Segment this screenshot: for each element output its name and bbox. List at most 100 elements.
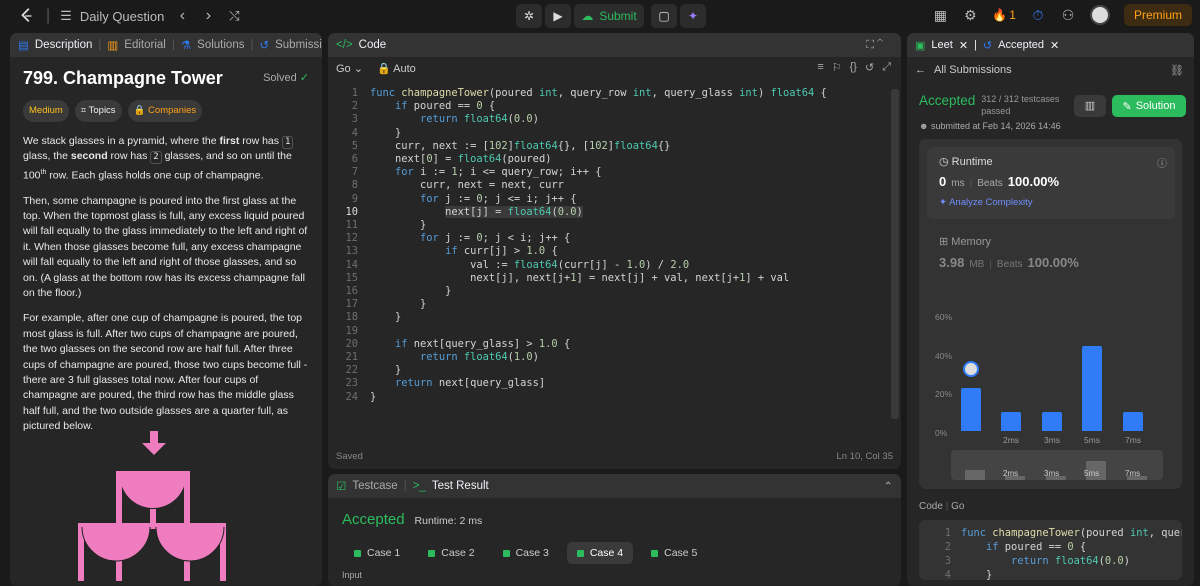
- memory-title[interactable]: ⊞ Memory: [939, 235, 991, 248]
- close-icon[interactable]: ✕: [1050, 39, 1059, 52]
- case-tab[interactable]: Case 2: [418, 542, 484, 564]
- tab-code[interactable]: Code: [359, 39, 387, 51]
- maximize-icon[interactable]: ⛶ ⌃: [866, 39, 883, 52]
- tab-submissions[interactable]: Submissions: [275, 39, 322, 51]
- tab-accepted[interactable]: Accepted: [998, 39, 1044, 51]
- separator: |: [969, 178, 973, 189]
- debug-button[interactable]: ✲: [516, 4, 542, 28]
- glass-full: [82, 527, 150, 561]
- code-token: for: [420, 192, 439, 205]
- code-token: if: [986, 541, 999, 553]
- code-token: 1: [570, 271, 577, 284]
- submit-button[interactable]: ☁ Submit: [574, 4, 644, 28]
- companies-label: Companies: [148, 105, 197, 117]
- code-token: 0: [476, 192, 483, 205]
- case-tab[interactable]: Case 3: [493, 542, 559, 564]
- line-number: 2: [351, 100, 358, 113]
- code-token: 2.0: [670, 258, 690, 271]
- code-token: int: [1129, 527, 1149, 539]
- description-icon: ▤: [18, 40, 29, 52]
- notes-button[interactable]: ▢: [651, 4, 677, 28]
- code-line: }: [961, 569, 993, 580]
- topics-chip[interactable]: ⌗ Topics: [74, 100, 122, 122]
- code-token: 102: [488, 139, 508, 152]
- distribution-bar[interactable]: [1082, 345, 1102, 431]
- layout-icon[interactable]: ▦: [932, 7, 948, 24]
- code-token: champagneTower: [992, 527, 1080, 539]
- add-friend-icon[interactable]: ⚇: [1060, 7, 1076, 24]
- autocomplete-toggle[interactable]: 🔒 Auto: [377, 62, 416, 75]
- leetcode-logo-icon[interactable]: [18, 7, 36, 25]
- x-tick-label: 3ms: [1044, 435, 1061, 445]
- topics-label: Topics: [88, 105, 116, 117]
- line-number: 8: [351, 179, 358, 192]
- collapse-icon[interactable]: ⌃: [883, 479, 893, 493]
- history-icon: ↺: [982, 39, 993, 52]
- run-button[interactable]: ▶: [545, 4, 571, 28]
- ai-button[interactable]: ✦: [680, 4, 706, 28]
- braces-icon[interactable]: {}: [850, 61, 857, 74]
- distribution-bar[interactable]: [1001, 411, 1021, 431]
- submitted-at: ☻ submitted at Feb 14, 2026 14:46: [919, 121, 1194, 131]
- tab-solutions[interactable]: Solutions: [197, 39, 244, 51]
- prev-problem-icon[interactable]: ‹: [174, 7, 190, 25]
- distribution-bar[interactable]: [1123, 411, 1143, 431]
- testcases-passed: 312 / 312 testcases passed: [981, 94, 1060, 116]
- tab-editorial[interactable]: Editorial: [124, 39, 166, 51]
- code-token: if: [445, 245, 458, 258]
- code-token: 0.0: [513, 113, 533, 126]
- separator: |: [989, 259, 992, 270]
- runtime-card[interactable]: ◷ Runtime ⓘ 0 ms | Beats 100.00% ✦ Analy…: [927, 147, 1175, 219]
- fullscreen-icon[interactable]: ⤢: [882, 61, 891, 74]
- editor-scrollbar[interactable]: [891, 89, 899, 419]
- tab-test-result[interactable]: Test Result: [432, 480, 489, 492]
- tab-separator: |: [98, 39, 102, 51]
- bookmark-icon[interactable]: ⚐: [832, 61, 842, 74]
- user-avatar-icon: ☻: [919, 121, 929, 131]
- next-problem-icon[interactable]: ›: [200, 7, 216, 25]
- companies-chip[interactable]: 🔒 Companies: [127, 100, 203, 122]
- close-icon[interactable]: ✕: [959, 39, 968, 52]
- clock-icon: ◷: [939, 156, 949, 168]
- problem-list-button[interactable]: ☰ Daily Question: [60, 8, 164, 24]
- tab-description[interactable]: Description: [35, 39, 93, 51]
- memory-title-text: Memory: [951, 236, 992, 248]
- history-icon: ↺: [259, 40, 270, 52]
- book-icon: ▥: [107, 40, 119, 52]
- passed-dot-icon: [502, 549, 510, 557]
- tab-separator: |: [974, 39, 977, 51]
- case-tab[interactable]: Case 5: [641, 542, 707, 564]
- language-select[interactable]: Go ⌄: [336, 62, 363, 75]
- reset-icon[interactable]: ↺: [865, 61, 874, 74]
- line-number: 3: [351, 113, 358, 126]
- gear-icon[interactable]: ⚙: [962, 7, 978, 24]
- premium-button[interactable]: Premium: [1123, 4, 1192, 26]
- solution-button[interactable]: ✎ Solution: [1112, 95, 1186, 117]
- info-icon[interactable]: ⓘ: [1157, 155, 1167, 170]
- code-line: for j := 0; j < i; j++ {: [420, 232, 571, 245]
- code-line: for i := 1; i <= query_row; i++ {: [395, 166, 602, 179]
- code-editor[interactable]: 1 func champagneTower(poured int, query_r…: [328, 87, 901, 427]
- text: row has: [239, 134, 282, 147]
- timer-icon[interactable]: ⏱: [1030, 7, 1046, 24]
- difficulty-badge[interactable]: Medium: [23, 100, 69, 122]
- code-token: if: [395, 337, 408, 350]
- link-icon[interactable]: ⛓: [1170, 64, 1184, 77]
- case-tab[interactable]: Case 1: [344, 542, 410, 564]
- analyze-complexity-link[interactable]: ✦ Analyze Complexity: [939, 197, 1033, 208]
- avatar[interactable]: [1089, 5, 1110, 25]
- distribution-bar[interactable]: [1042, 411, 1062, 431]
- tab-testcase[interactable]: Testcase: [352, 480, 397, 492]
- all-submissions-link[interactable]: ← All Submissions ⛓: [907, 57, 1194, 83]
- case-tab[interactable]: Case 4: [566, 542, 634, 564]
- shuffle-icon[interactable]: ⤭: [226, 8, 242, 24]
- problem-title[interactable]: 799. Champagne Tower: [23, 69, 223, 87]
- case-tabs: Case 1 Case 2 Case 3 Case 4 Case 5: [344, 542, 901, 564]
- editorial-button[interactable]: ▥: [1074, 95, 1106, 117]
- tab-leet[interactable]: Leet: [931, 39, 952, 51]
- format-icon[interactable]: ≡: [817, 61, 823, 74]
- streak-counter[interactable]: 🔥 1: [992, 8, 1016, 22]
- test-header: ☑ Testcase | >_ Test Result ⌃: [328, 474, 901, 498]
- distribution-range-slider[interactable]: 2ms 3ms 5ms 7ms: [951, 450, 1163, 480]
- distribution-bar[interactable]: [961, 388, 981, 431]
